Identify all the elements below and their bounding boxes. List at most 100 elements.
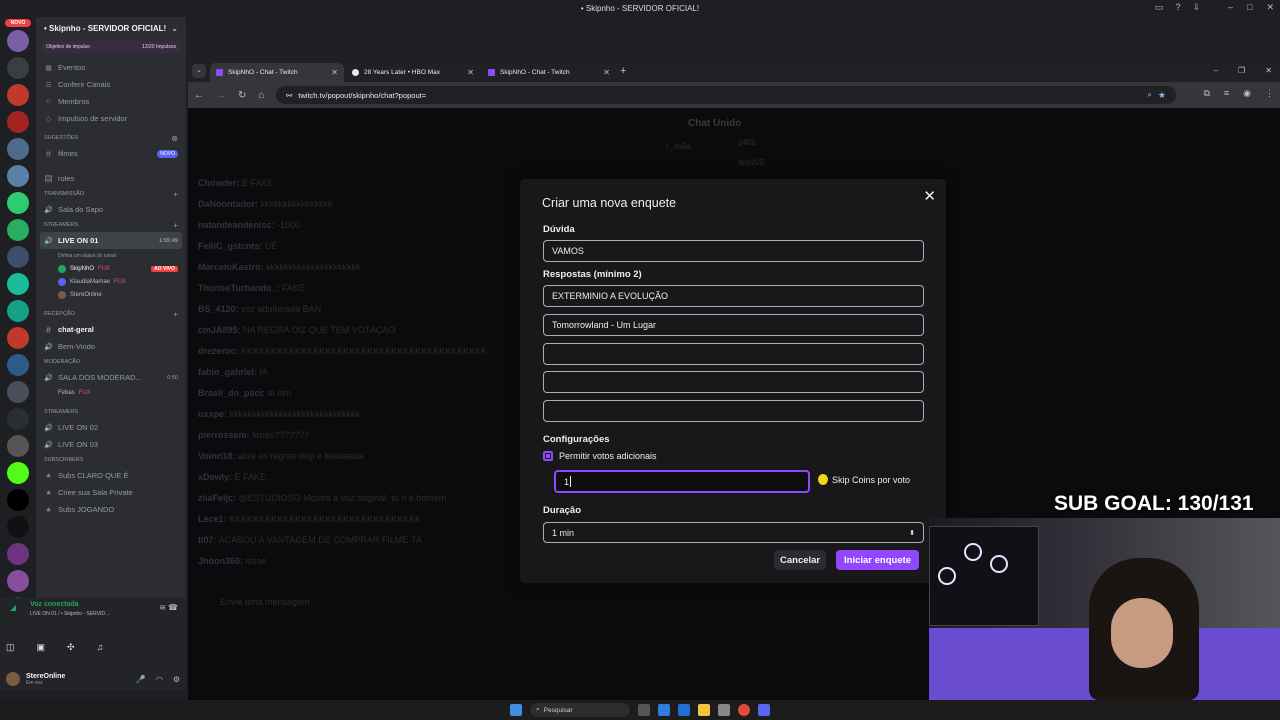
- kick-server-icon[interactable]: [7, 462, 29, 484]
- restore-icon[interactable]: ❐: [1238, 66, 1245, 75]
- server-icon[interactable]: [7, 516, 29, 538]
- server-icon[interactable]: [7, 192, 29, 214]
- chat-username[interactable]: cmJA895:: [198, 325, 241, 335]
- server-link-events[interactable]: ▦ Eventos: [36, 59, 186, 76]
- voice-channel-name[interactable]: LIVE ON 01 / • Skipnho - SERVID...: [30, 611, 109, 617]
- browser-tab[interactable]: 28 Years Later • HBO Max ✕: [346, 63, 480, 82]
- answer-input-5[interactable]: [543, 400, 924, 422]
- server-icon[interactable]: [7, 570, 29, 592]
- voice-user[interactable]: SkipNhO FUX AO VIVO: [36, 262, 186, 275]
- voice-user[interactable]: Febas FUX: [36, 386, 186, 399]
- chat-input[interactable]: Envie uma mensagem: [196, 592, 516, 614]
- windows-start-icon[interactable]: [510, 704, 522, 716]
- chat-username[interactable]: Chowder:: [198, 178, 240, 188]
- screen-share-icon[interactable]: ▣: [37, 642, 46, 653]
- site-info-icon[interactable]: ⚯: [286, 91, 292, 100]
- chat-username[interactable]: Voinn18:: [198, 451, 235, 461]
- new-tab-icon[interactable]: +: [620, 65, 626, 77]
- browser-tab[interactable]: SkipNhO - Chat - Twitch ✕: [210, 63, 344, 82]
- close-icon[interactable]: ✕: [923, 187, 936, 205]
- answer-input-1[interactable]: EXTERMINIO A EVOLUÇÃO: [543, 285, 924, 307]
- channel-live-on-02[interactable]: 🔊 LIVE ON 02: [36, 419, 186, 436]
- channel-live-on-01[interactable]: 🔊 LIVE ON 01 1:55:49: [40, 232, 182, 249]
- channel-subs-jogando[interactable]: ★ Subs JOGANDO: [36, 501, 186, 518]
- close-tab-icon[interactable]: ✕: [603, 68, 610, 77]
- cancel-button[interactable]: Cancelar: [774, 550, 827, 570]
- chat-username[interactable]: FelliC_gstcnts:: [198, 241, 263, 251]
- mic-icon[interactable]: 🎤: [136, 675, 146, 684]
- server-header[interactable]: • Skipnho - SERVIDOR OFICIAL! ⌄: [36, 17, 186, 39]
- category-subscribers[interactable]: Subscribers: [36, 453, 186, 467]
- chat-username[interactable]: xDewly:: [198, 472, 232, 482]
- zoom-icon[interactable]: ⌕: [1147, 90, 1151, 100]
- task-view-icon[interactable]: [638, 704, 650, 716]
- server-icon[interactable]: [7, 543, 29, 565]
- server-link-members[interactable]: ☺ Membros: [36, 93, 186, 110]
- category-streamers[interactable]: STREAMERS +: [36, 218, 186, 232]
- minimize-icon[interactable]: –: [1214, 66, 1218, 75]
- file-explorer-icon[interactable]: [698, 704, 710, 716]
- inbox-icon[interactable]: ▭: [1155, 2, 1164, 13]
- server-icon[interactable]: [7, 300, 29, 322]
- chat-username[interactable]: drezeroc:: [198, 346, 239, 356]
- camera-icon[interactable]: ◫: [6, 642, 15, 653]
- server-icon[interactable]: [7, 381, 29, 403]
- server-link-browse[interactable]: ☰ Conferir Canais: [36, 76, 186, 93]
- extensions-icon[interactable]: ⧉: [1203, 88, 1209, 99]
- forward-icon[interactable]: →: [216, 90, 226, 101]
- category-streamers-2[interactable]: STREAMERS: [36, 405, 186, 419]
- tab-search-icon[interactable]: ⌄: [192, 64, 206, 78]
- voice-user[interactable]: KlaudiaMamae FUX: [36, 275, 186, 288]
- server-link-boosts[interactable]: ◇ Impulsos de servidor: [36, 110, 186, 127]
- channel-bem-vindo[interactable]: 🔊 Bem-Vindo: [36, 338, 186, 355]
- channel-rules[interactable]: ▤ rules: [36, 170, 186, 187]
- allow-extra-votes-checkbox[interactable]: [543, 451, 553, 461]
- discord-icon[interactable]: [758, 704, 770, 716]
- browser-tab[interactable]: SkipNhO - Chat - Twitch ✕: [482, 63, 616, 82]
- channel-status[interactable]: Defina um status do canal: [36, 249, 186, 262]
- category-moderacao[interactable]: MODERAÇÃO: [36, 355, 186, 369]
- chat-username[interactable]: Brasil_do_paci:: [198, 388, 265, 398]
- media-icon[interactable]: ≡: [1224, 88, 1229, 99]
- channel-filmes[interactable]: # filmes NOVO: [36, 145, 186, 162]
- close-icon[interactable]: ⊗: [171, 134, 178, 143]
- category-suggestions[interactable]: Sugestões ⊗: [36, 131, 186, 145]
- download-icon[interactable]: ⇩: [1192, 2, 1200, 13]
- boost-goal[interactable]: Objetivo de impulso 12/20 Impulsos: [42, 41, 180, 53]
- home-icon[interactable]: ⌂: [258, 90, 264, 101]
- help-icon[interactable]: ?: [1175, 2, 1180, 13]
- chat-username[interactable]: Lece1:: [198, 514, 227, 524]
- server-icon[interactable]: [7, 138, 29, 160]
- chat-username[interactable]: uxxpe:: [198, 409, 227, 419]
- copilot-icon[interactable]: [658, 704, 670, 716]
- edge-icon[interactable]: [678, 704, 690, 716]
- server-icon[interactable]: [7, 57, 29, 79]
- close-icon[interactable]: ✕: [1266, 2, 1274, 13]
- duration-select[interactable]: 1 min ⬍: [543, 522, 924, 543]
- back-icon[interactable]: ←: [194, 90, 204, 101]
- chat-username[interactable]: MarceloKastro:: [198, 262, 264, 272]
- chat-username[interactable]: pierrossem:: [198, 430, 250, 440]
- chrome-icon[interactable]: [738, 704, 750, 716]
- close-tab-icon[interactable]: ✕: [331, 68, 338, 77]
- maximize-icon[interactable]: □: [1247, 2, 1252, 13]
- server-icon[interactable]: [7, 327, 29, 349]
- close-icon[interactable]: ✕: [1265, 66, 1272, 75]
- menu-icon[interactable]: ⋮: [1265, 88, 1274, 99]
- server-icon[interactable]: [7, 354, 29, 376]
- channel-chat-geral[interactable]: # chat-geral: [36, 321, 186, 338]
- question-input[interactable]: VAMOS: [543, 240, 924, 262]
- answer-input-2[interactable]: Tomorrowland - Um Lugar: [543, 314, 924, 336]
- x-server-icon[interactable]: [7, 489, 29, 511]
- channel-sala-moderadores[interactable]: 🔊 SALA DOS MODERAD... 0:50: [36, 369, 186, 386]
- chat-username[interactable]: fabio_gabriel:: [198, 367, 257, 377]
- channel-live-on-03[interactable]: 🔊 LIVE ON 03: [36, 436, 186, 453]
- profile-icon[interactable]: ◉: [1243, 88, 1251, 99]
- coins-per-vote-input[interactable]: 1: [554, 470, 810, 493]
- chat-username[interactable]: BS_4120:: [198, 304, 239, 314]
- server-icon[interactable]: [7, 165, 29, 187]
- server-icon[interactable]: [7, 219, 29, 241]
- chat-username[interactable]: ziiaFeijc:: [198, 493, 236, 503]
- chat-username[interactable]: DaNoontador:: [198, 199, 258, 209]
- server-icon[interactable]: [7, 111, 29, 133]
